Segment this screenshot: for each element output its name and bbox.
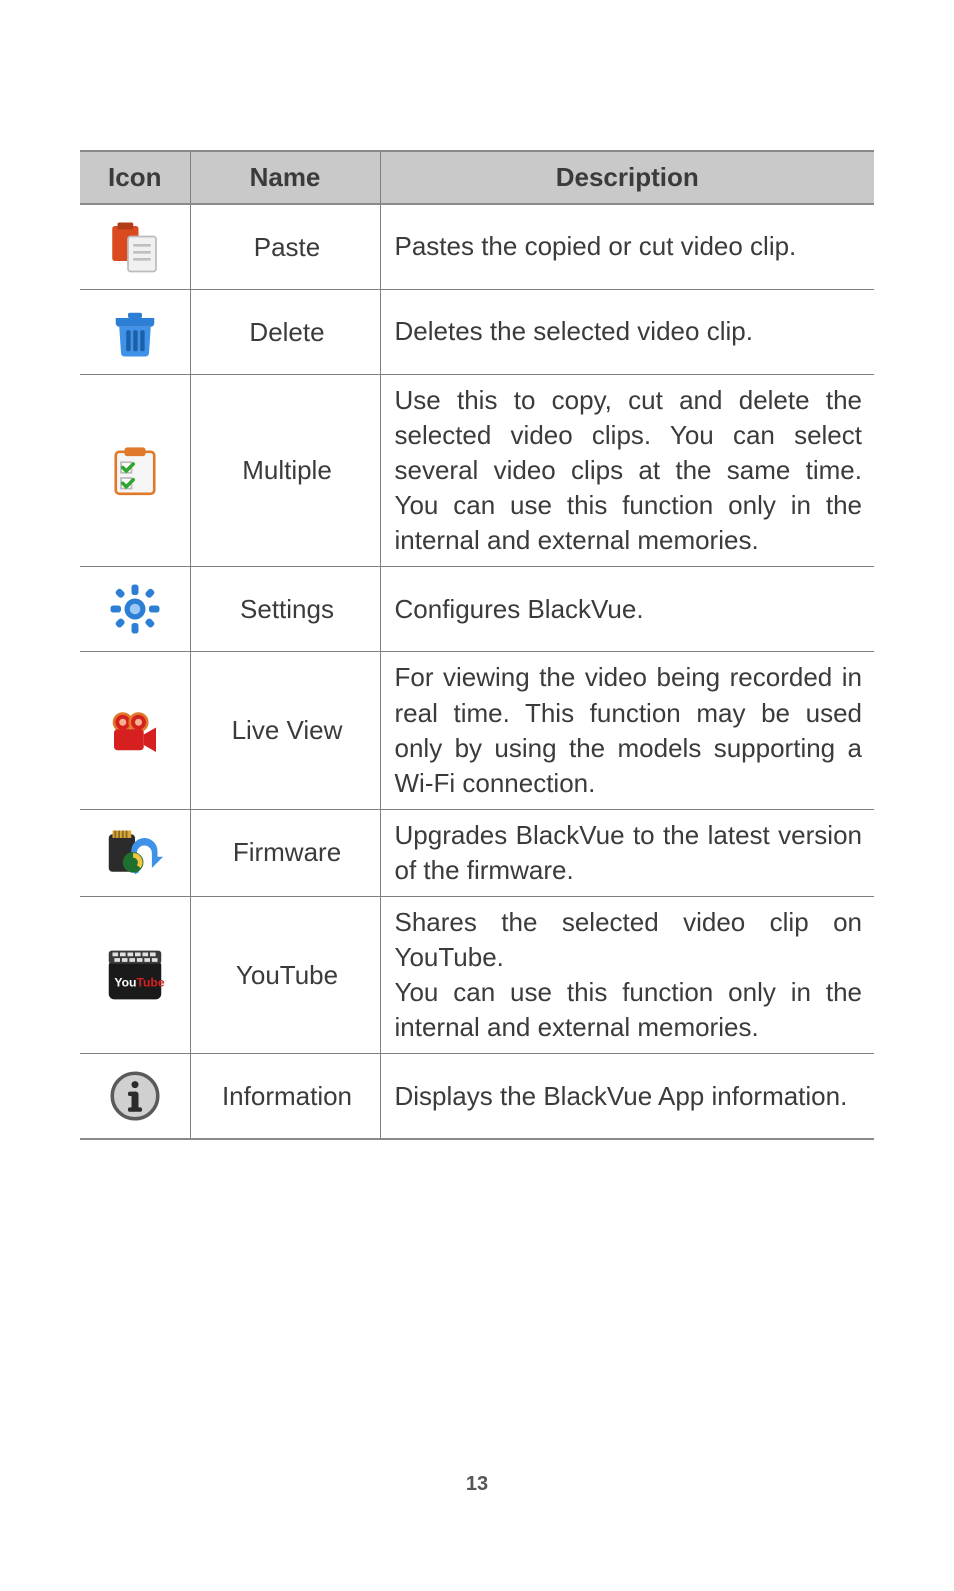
- table-header-row: Icon Name Description: [80, 151, 874, 204]
- name-cell: YouTube: [190, 897, 380, 1054]
- icon-cell: [80, 290, 190, 375]
- icon-cell: YouTube: [80, 897, 190, 1054]
- table-row: Information Displays the BlackVue App in…: [80, 1054, 874, 1140]
- name-cell: Delete: [190, 290, 380, 375]
- header-icon: Icon: [80, 151, 190, 204]
- table-row: Delete Deletes the selected video clip.: [80, 290, 874, 375]
- name-cell: Paste: [190, 204, 380, 290]
- description-cell: For viewing the video being record­ed in…: [380, 652, 874, 809]
- table-row: Live View For viewing the video being re…: [80, 652, 874, 809]
- firmware-icon: F/W: [103, 821, 167, 885]
- description-cell: Pastes the copied or cut video clip.: [380, 204, 874, 290]
- table-row: F/W Firmware Upgrades BlackVue to the la…: [80, 809, 874, 896]
- page-number: 13: [0, 1473, 954, 1496]
- description-cell: Configures BlackVue.: [380, 567, 874, 652]
- icon-cell: F/W: [80, 809, 190, 896]
- table-row: Settings Configures BlackVue.: [80, 567, 874, 652]
- name-cell: Firmware: [190, 809, 380, 896]
- description-cell: Upgrades BlackVue to the latest version …: [380, 809, 874, 896]
- svg-text:F/W: F/W: [124, 871, 141, 881]
- multiple-icon: [103, 439, 167, 503]
- information-icon: [103, 1064, 167, 1128]
- liveview-icon: [103, 699, 167, 763]
- table-row: YouTube YouTube Shares the selected vide…: [80, 897, 874, 1054]
- youtube-icon: YouTube: [103, 943, 167, 1007]
- description-cell: Shares the selected video clip on YouTub…: [380, 897, 874, 1054]
- table-row: Multiple Use this to copy, cut and delet…: [80, 375, 874, 567]
- icon-cell: [80, 567, 190, 652]
- header-description: Description: [380, 151, 874, 204]
- name-cell: Information: [190, 1054, 380, 1140]
- svg-text:YouTube: YouTube: [114, 975, 164, 989]
- description-cell: Use this to copy, cut and delete the sel…: [380, 375, 874, 567]
- table-row: Paste Pastes the copied or cut video cli…: [80, 204, 874, 290]
- icon-cell: [80, 652, 190, 809]
- name-cell: Settings: [190, 567, 380, 652]
- icon-cell: [80, 375, 190, 567]
- paste-icon: [103, 215, 167, 279]
- delete-icon: [103, 300, 167, 364]
- icon-cell: [80, 204, 190, 290]
- name-cell: Live View: [190, 652, 380, 809]
- icon-cell: [80, 1054, 190, 1140]
- header-name: Name: [190, 151, 380, 204]
- name-cell: Multiple: [190, 375, 380, 567]
- description-cell: Displays the BlackVue App infor­mation.: [380, 1054, 874, 1140]
- description-cell: Deletes the selected video clip.: [380, 290, 874, 375]
- settings-icon: [103, 577, 167, 641]
- icon-reference-table: Icon Name Description: [80, 150, 874, 1140]
